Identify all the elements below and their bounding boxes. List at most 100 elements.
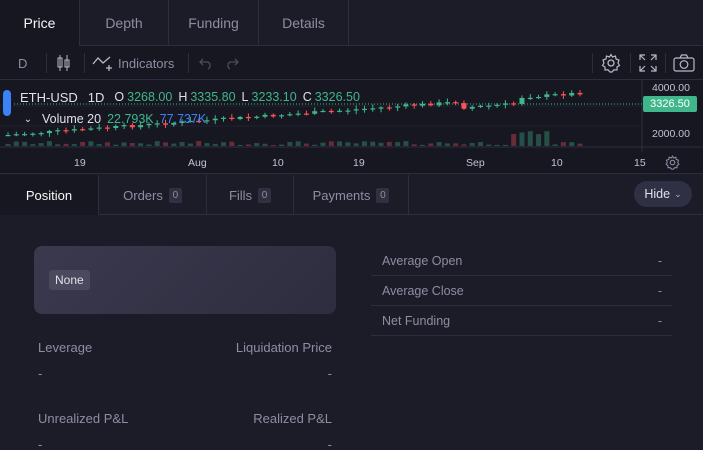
candle-body — [46, 130, 52, 134]
tab-depth[interactable]: Depth — [80, 0, 169, 46]
fills-count-badge: 0 — [258, 187, 272, 203]
volume-bar — [370, 141, 376, 146]
candle-body — [229, 117, 235, 120]
volume-bar — [287, 141, 293, 146]
candle-body — [262, 114, 268, 117]
symbol-label: ETH-USD — [20, 90, 78, 105]
candle-body — [478, 105, 484, 107]
axis-settings-gear-icon[interactable] — [665, 155, 680, 173]
volume-bar — [38, 143, 44, 146]
candle-body — [71, 129, 77, 131]
realized-pnl-value: - — [327, 437, 332, 450]
volume-bar — [204, 143, 210, 146]
open-value: 3268.00 — [127, 90, 173, 104]
low-value: 3233.10 — [251, 90, 297, 104]
candle-body — [411, 104, 417, 106]
candle-body — [328, 110, 334, 113]
candle-body — [303, 113, 309, 115]
volume-bar — [569, 142, 575, 146]
volume-bar — [196, 141, 202, 146]
volume-bar — [221, 142, 227, 146]
candle-body — [13, 134, 19, 136]
tab-fills[interactable]: Fills 0 — [207, 175, 293, 215]
volume-bar — [337, 141, 343, 146]
volume-bar — [486, 144, 492, 146]
time-axis: 19 Aug 10 19 Sep 10 15 — [0, 152, 703, 173]
x-tick-label: 10 — [272, 157, 284, 169]
tab-funding[interactable]: Funding — [169, 0, 259, 46]
volume-bar — [30, 144, 36, 146]
volume-bar — [138, 143, 144, 146]
volume-bar — [104, 142, 110, 146]
candle-body — [55, 130, 61, 132]
candle-body — [30, 133, 36, 135]
volume-bar — [229, 141, 235, 146]
market-badge: None — [49, 270, 90, 290]
volume-bar — [129, 143, 135, 146]
candle-body — [221, 117, 227, 119]
average-close-row: Average Close - — [371, 276, 672, 306]
x-tick-label: Sep — [466, 157, 485, 169]
candle-body — [552, 94, 558, 96]
tab-details[interactable]: Details — [259, 0, 349, 46]
volume-bar — [361, 141, 367, 146]
candle-body — [279, 115, 285, 117]
tab-position[interactable]: Position — [0, 175, 98, 215]
ohlc-legend: ETH-USD 1D O 3268.00 H 3335.80 L 3233.10 C3… — [20, 90, 360, 105]
volume-bar — [560, 142, 566, 146]
chart-scroll-handle[interactable] — [3, 90, 11, 116]
x-tick-label: 19 — [74, 157, 86, 169]
volume-bar — [544, 131, 550, 146]
candle-body — [386, 107, 392, 109]
volume-bar — [345, 142, 351, 146]
volume-bar — [13, 141, 19, 146]
hide-button[interactable]: Hide ⌄ — [634, 181, 692, 207]
candle-body — [320, 110, 326, 113]
volume-bar — [577, 143, 583, 146]
candle-body — [345, 110, 351, 112]
x-tick-label: 19 — [353, 157, 365, 169]
volume-bar — [386, 141, 392, 146]
volume-bar — [96, 144, 102, 146]
candle-body — [444, 102, 450, 104]
net-funding-row: Net Funding - — [371, 306, 672, 336]
volume-bar — [295, 141, 301, 146]
y-tick-label: 4000.00 — [652, 82, 690, 94]
volume-bar — [262, 143, 268, 146]
tab-price[interactable]: Price — [0, 0, 80, 46]
volume-bar — [46, 141, 52, 146]
tab-payments[interactable]: Payments 0 — [294, 175, 408, 215]
volume-ma-value: 77.737K — [159, 112, 207, 126]
volume-bar — [328, 141, 334, 146]
candle-body — [569, 92, 575, 96]
candle-body — [22, 134, 28, 136]
volume-bar — [527, 131, 533, 146]
volume-bar — [187, 143, 193, 146]
candle-body — [527, 97, 533, 100]
volume-bar — [353, 143, 359, 146]
volume-bar — [312, 144, 318, 146]
tab-orders[interactable]: Orders 0 — [99, 175, 206, 215]
volume-bar — [163, 142, 169, 146]
collapse-chevron-icon[interactable]: ⌄ — [20, 111, 36, 127]
candle-body — [38, 133, 44, 135]
volume-bar — [444, 143, 450, 146]
volume-bar — [378, 142, 384, 146]
volume-bar — [552, 144, 558, 146]
price-chart[interactable]: D Indicators ETH-USD 1D O 3268.00 H 3335… — [0, 46, 703, 174]
candle-body — [237, 116, 243, 120]
candle-body — [395, 106, 401, 108]
candle-body — [560, 94, 566, 96]
x-tick-label: 15 — [634, 157, 646, 169]
candle-body — [403, 104, 409, 107]
liquidation-price-value: - — [327, 366, 332, 381]
volume-bar — [71, 144, 77, 146]
candle-body — [312, 111, 318, 114]
volume-bar — [536, 134, 542, 146]
volume-bar — [469, 142, 475, 146]
volume-bar — [494, 144, 500, 146]
volume-bar — [154, 141, 160, 146]
volume-value: 22.793K — [107, 112, 154, 126]
unrealized-pnl-value: - — [38, 437, 43, 450]
candle-body — [80, 129, 86, 131]
